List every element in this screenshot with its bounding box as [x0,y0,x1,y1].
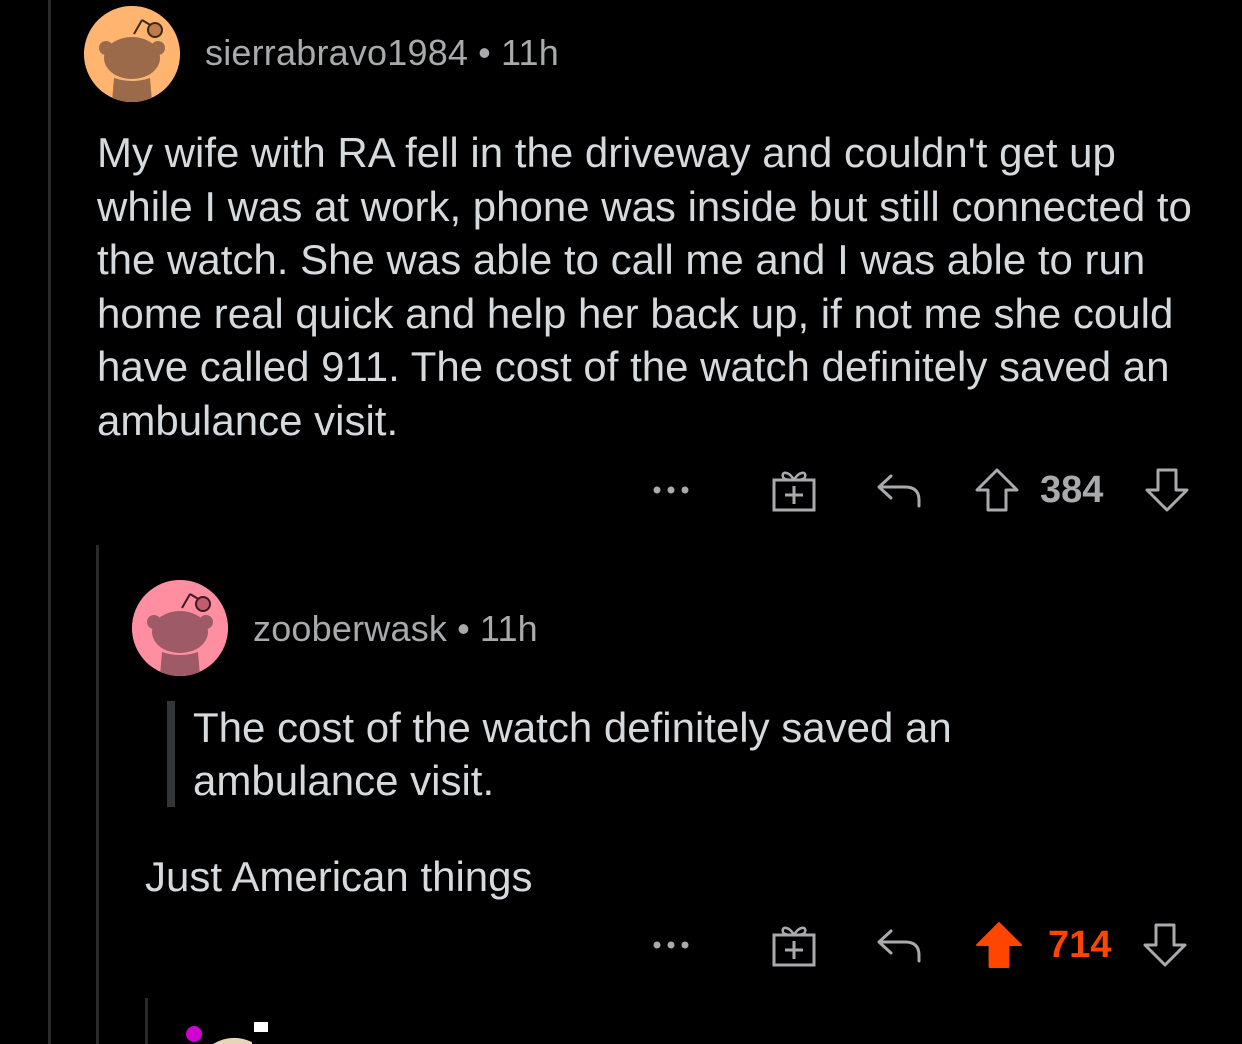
reply-button[interactable] [870,460,930,520]
timestamp: 11h [479,608,538,649]
upvote-arrow-icon [975,468,1019,512]
more-options-button[interactable] [640,460,702,520]
vote-score: 384 [1040,468,1104,511]
next-comment-avatar[interactable] [180,1018,280,1044]
comment-actions: 714 [640,915,1200,975]
award-button[interactable] [764,915,824,975]
more-options-button[interactable] [640,915,702,975]
username[interactable]: sierrabravo1984 [205,32,468,73]
meta-separator: • [478,32,491,73]
timestamp: 11h [500,32,559,73]
upvote-arrow-icon [976,922,1022,968]
blockquote: The cost of the watch definitely saved a… [167,701,1093,807]
thread-line-nested[interactable] [145,998,148,1044]
snoo-avatar-icon [84,6,180,102]
reply-button[interactable] [870,915,930,975]
snoo-avatar-icon [132,580,228,676]
comment-meta: zooberwask • 11h [253,608,538,650]
gift-award-icon [772,926,816,967]
award-button[interactable] [764,460,824,520]
username[interactable]: zooberwask [253,608,447,649]
avatar[interactable] [84,6,180,102]
more-options-icon [653,941,689,949]
reply-arrow-icon [877,929,921,963]
avatar[interactable] [132,580,228,676]
upvote-button[interactable] [974,915,1024,975]
vote-score: 714 [1048,923,1112,966]
comment-body: Just American things [145,853,533,900]
gift-award-icon [772,471,816,512]
thread-line-reply[interactable] [96,545,99,1044]
meta-separator: • [457,608,470,649]
downvote-arrow-icon [1143,923,1187,967]
downvote-button[interactable] [1142,460,1192,520]
downvote-button[interactable] [1140,915,1190,975]
comment-body: My wife with RA fell in the driveway and… [97,129,1192,444]
reply-arrow-icon [877,474,921,508]
comment-actions: 384 [640,460,1200,520]
thread-line-root[interactable] [48,0,51,1044]
comment-meta: sierrabravo1984 • 11h [205,32,559,74]
downvote-arrow-icon [1145,468,1189,512]
snoo-avatar-icon [186,1022,268,1044]
more-options-icon [653,486,689,494]
upvote-button[interactable] [972,460,1022,520]
